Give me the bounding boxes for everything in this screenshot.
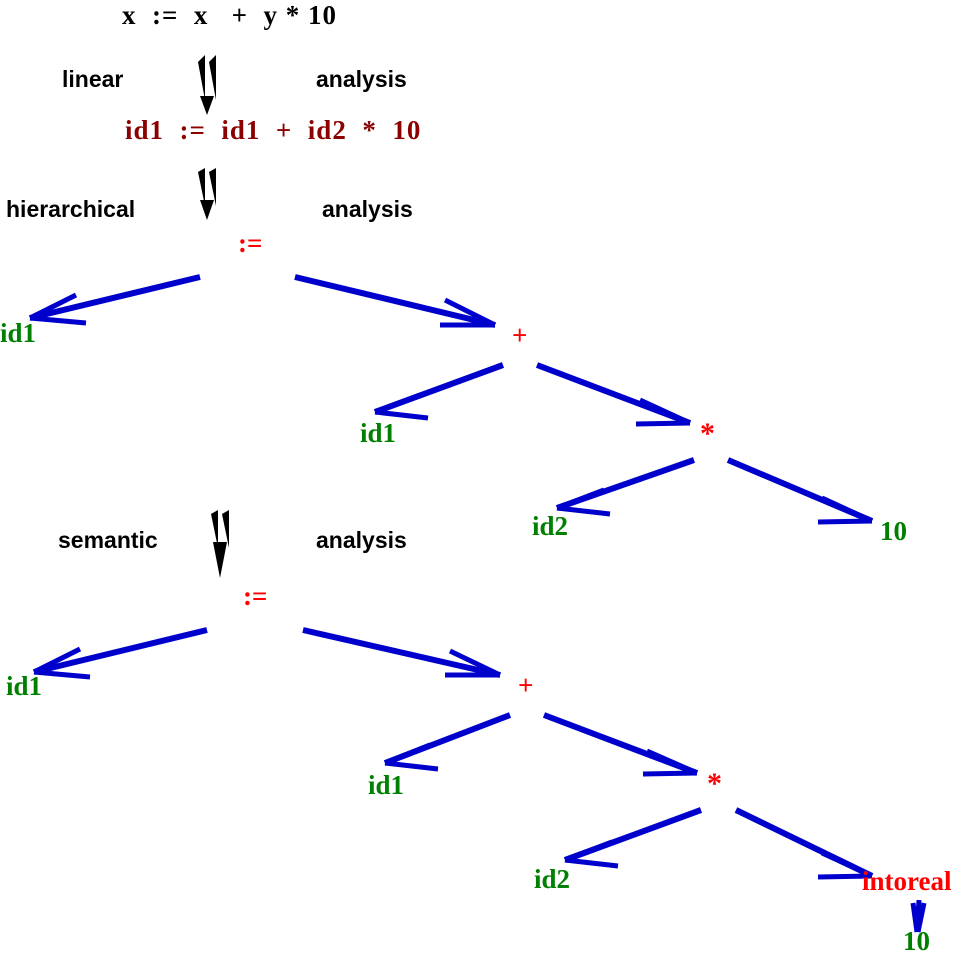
tree2-node-id1-left: id1 bbox=[6, 671, 43, 701]
tree2-edge-assign-plus bbox=[302, 627, 502, 678]
diagram-canvas: x := x + y * 10 linear analysis id1 := i… bbox=[0, 0, 978, 959]
tree1-edge-times-ten bbox=[726, 457, 874, 525]
tree2-edge-times-id2 bbox=[563, 807, 703, 869]
phase-label-hierarchical-right: analysis bbox=[322, 196, 413, 222]
tree2-edge-plus-id1 bbox=[383, 712, 512, 772]
tree2-edge-times-intoreal bbox=[734, 807, 874, 880]
token-stream: id1 := id1 + id2 * 10 bbox=[125, 115, 422, 145]
tree2-node-intoreal: intoreal bbox=[862, 866, 952, 896]
tree1-edge-assign-id1 bbox=[28, 274, 201, 326]
phase-label-hierarchical-left: hierarchical bbox=[6, 196, 136, 222]
tree2-node-plus: + bbox=[518, 670, 534, 700]
tree1-node-id2: id2 bbox=[532, 511, 569, 541]
tree1-edge-plus-id1 bbox=[373, 362, 505, 421]
tree1-node-id1-right: id1 bbox=[360, 418, 397, 448]
tree1-edge-times-id2 bbox=[556, 457, 695, 517]
phase-arrow-linear bbox=[198, 55, 216, 115]
tree1-node-id1-left: id1 bbox=[0, 318, 37, 348]
tree2-node-ten: 10 bbox=[903, 926, 930, 956]
phase-arrow-hierarchical bbox=[198, 168, 216, 220]
tree2-edge-assign-id1 bbox=[32, 627, 208, 680]
phase-label-linear-left: linear bbox=[62, 66, 124, 92]
tree1-node-plus: + bbox=[512, 320, 528, 350]
tree2-node-assign: := bbox=[243, 581, 268, 611]
phase-arrow-semantic bbox=[211, 510, 229, 578]
tree1-node-ten: 10 bbox=[880, 516, 907, 546]
tree1-node-assign: := bbox=[238, 228, 263, 258]
tree2-node-id1-right: id1 bbox=[368, 770, 405, 800]
tree1-edge-plus-times bbox=[535, 362, 692, 427]
phase-label-semantic-left: semantic bbox=[58, 527, 158, 553]
tree1-edge-assign-plus bbox=[294, 274, 497, 328]
tree2-node-times: * bbox=[707, 767, 722, 800]
tree2-edge-plus-times bbox=[542, 712, 699, 777]
phase-label-semantic-right: analysis bbox=[316, 527, 407, 553]
tree1-node-times: * bbox=[700, 417, 715, 450]
phase-label-linear-right: analysis bbox=[316, 66, 407, 92]
source-expression: x := x + y * 10 bbox=[122, 0, 338, 30]
tree2-node-id2: id2 bbox=[534, 864, 571, 894]
